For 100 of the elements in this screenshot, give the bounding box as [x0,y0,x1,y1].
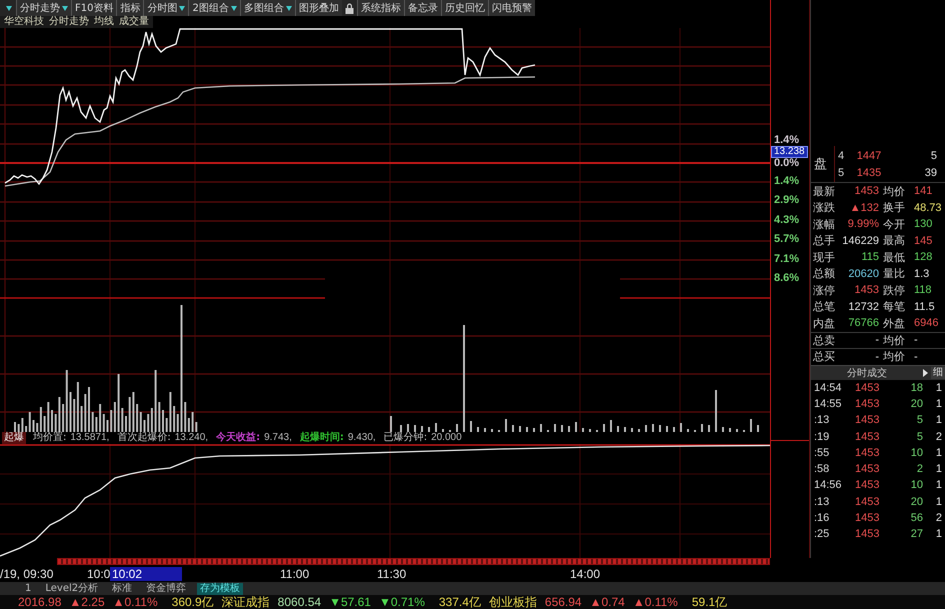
quote-label: 均价 [882,184,906,199]
toolbar-button[interactable]: F10资料 [71,0,116,16]
trade-time: :13 [813,414,830,426]
quote-label: 总笔 [812,299,836,314]
trade-volume: 56 [910,512,923,524]
trade-price: 1453 [854,512,880,524]
trade-count: 1 [934,463,943,476]
trade-price: 1453 [854,446,880,459]
toolbar-button[interactable]: 系统指标 [356,0,404,16]
index-point-text: 2016.98 [18,595,62,609]
quote-label: 总额 [812,266,836,282]
quote-label: 每笔 [882,299,906,314]
trade-volume: 5 [916,430,923,443]
order-book-label: 盘 [811,146,835,182]
order-volume: 5 [930,150,937,162]
trade-volume: 10 [910,446,923,459]
order-volume: 39 [924,166,937,178]
trade-price: 1453 [854,382,880,394]
toolbar-button[interactable]: 分时图 [143,0,188,16]
index-name: 深证成指 [222,594,270,609]
quote-label: 今开 [882,216,906,232]
toolbar-button[interactable]: 多图组合 [240,0,295,16]
quote-label: 总卖 [812,332,836,348]
trade-count: 2 [934,430,943,443]
trade-time: :13 [813,496,830,508]
percent-label: 8.6% [773,270,800,286]
toolbar-button[interactable]: 2图组合 [188,0,240,16]
toolbar-button[interactable]: 闪电预警 [488,0,535,16]
trade-time: 14:55 [813,398,843,410]
tab[interactable]: Level2分析 [42,582,102,594]
quote-label: 均价 [882,349,906,364]
quote-value: 48.73 [913,202,943,214]
tab[interactable]: 存为模板 [197,582,244,594]
toolbar-button[interactable]: 历史回忆 [440,0,488,16]
trade-time: :19 [813,430,830,443]
trade-price: 1453 [854,479,880,492]
trade-volume: 5 [916,414,923,426]
quote-value: 12732 [847,300,879,313]
index-point-text: 8060.54 [278,595,322,609]
quote-value: 115 [860,251,879,264]
quote-value: 1453 [854,284,879,296]
lock-icon[interactable] [344,2,354,14]
toolbar-button[interactable]: 备忘录 [404,0,441,16]
trade-time: 14:56 [813,479,843,492]
quote-label: 最新 [812,184,836,199]
percent-label: 2.9% [773,193,800,208]
stock-name: 华空科技 [4,16,44,28]
quote-value: 146229 [841,234,879,247]
indicator-label: 今天收益: [216,432,260,444]
quote-value: 145 [913,234,934,247]
time-axis-label: 14:00 [570,567,600,581]
quote-value: 9.99% [846,218,879,230]
tab[interactable]: 1 [22,582,34,594]
trade-count: 1 [934,479,943,492]
percent-label: 1.4% [773,135,800,146]
indicator-label: 首次起爆价: [117,432,171,444]
caret-icon[interactable] [6,6,12,10]
percent-label: 7.1% [773,252,800,267]
percent-label: 5.7% [773,232,800,248]
trade-time: 14:54 [813,382,843,394]
timeline-scrollbar[interactable] [57,558,770,565]
quote-value: 20620 [847,268,879,280]
toolbar-button[interactable]: 分时走势 [16,0,71,16]
quote-value: ▲132 [848,202,879,214]
trade-price: 1453 [854,496,880,508]
quote-label: 内盘 [812,316,836,331]
play-icon[interactable] [923,368,928,376]
quote-label: 涨幅 [812,216,836,232]
tab[interactable]: 资金博弈 [143,582,190,594]
cursor-price-label: 13.238 [771,146,808,158]
quote-value: 6946 [913,317,940,330]
detail-button[interactable]: 细 [931,366,945,378]
trades-title: 分时成交 [847,366,888,380]
quote-label: 涨停 [812,282,836,298]
quote-value: 11.5 [913,300,936,313]
toolbar-button[interactable]: 指标 [116,0,144,16]
trade-count: 1 [934,528,943,540]
quote-value: - [913,350,919,363]
trade-count: 1 [934,414,943,426]
quote-value: 76766 [847,317,879,330]
order-level-number: 5 [837,166,846,178]
quote-value: - [874,334,879,346]
trade-time: :55 [813,446,830,459]
percent-label: 4.3% [773,212,800,228]
indicator-value: 13.240, [174,432,208,444]
index-percent-text: ▼0.71% [378,595,425,609]
index-point-text: 656.94 [544,595,582,609]
trade-volume: 20 [910,496,923,508]
index-change-text: ▲0.74 [590,595,625,609]
quote-label: 跌停 [882,282,906,298]
trade-volume: 2 [916,463,923,476]
trade-time: :16 [813,512,830,524]
quote-label: 涨跌 [812,200,836,216]
trade-volume: 18 [910,382,923,394]
tab[interactable]: 标准 [109,582,136,594]
toolbar-button[interactable]: 图形叠加 [294,0,342,16]
quote-label: 总手 [812,233,836,248]
order-price: 1447 [856,150,882,162]
index-change-text: ▲2.25 [69,595,105,609]
quote-value: 1453 [854,185,879,198]
